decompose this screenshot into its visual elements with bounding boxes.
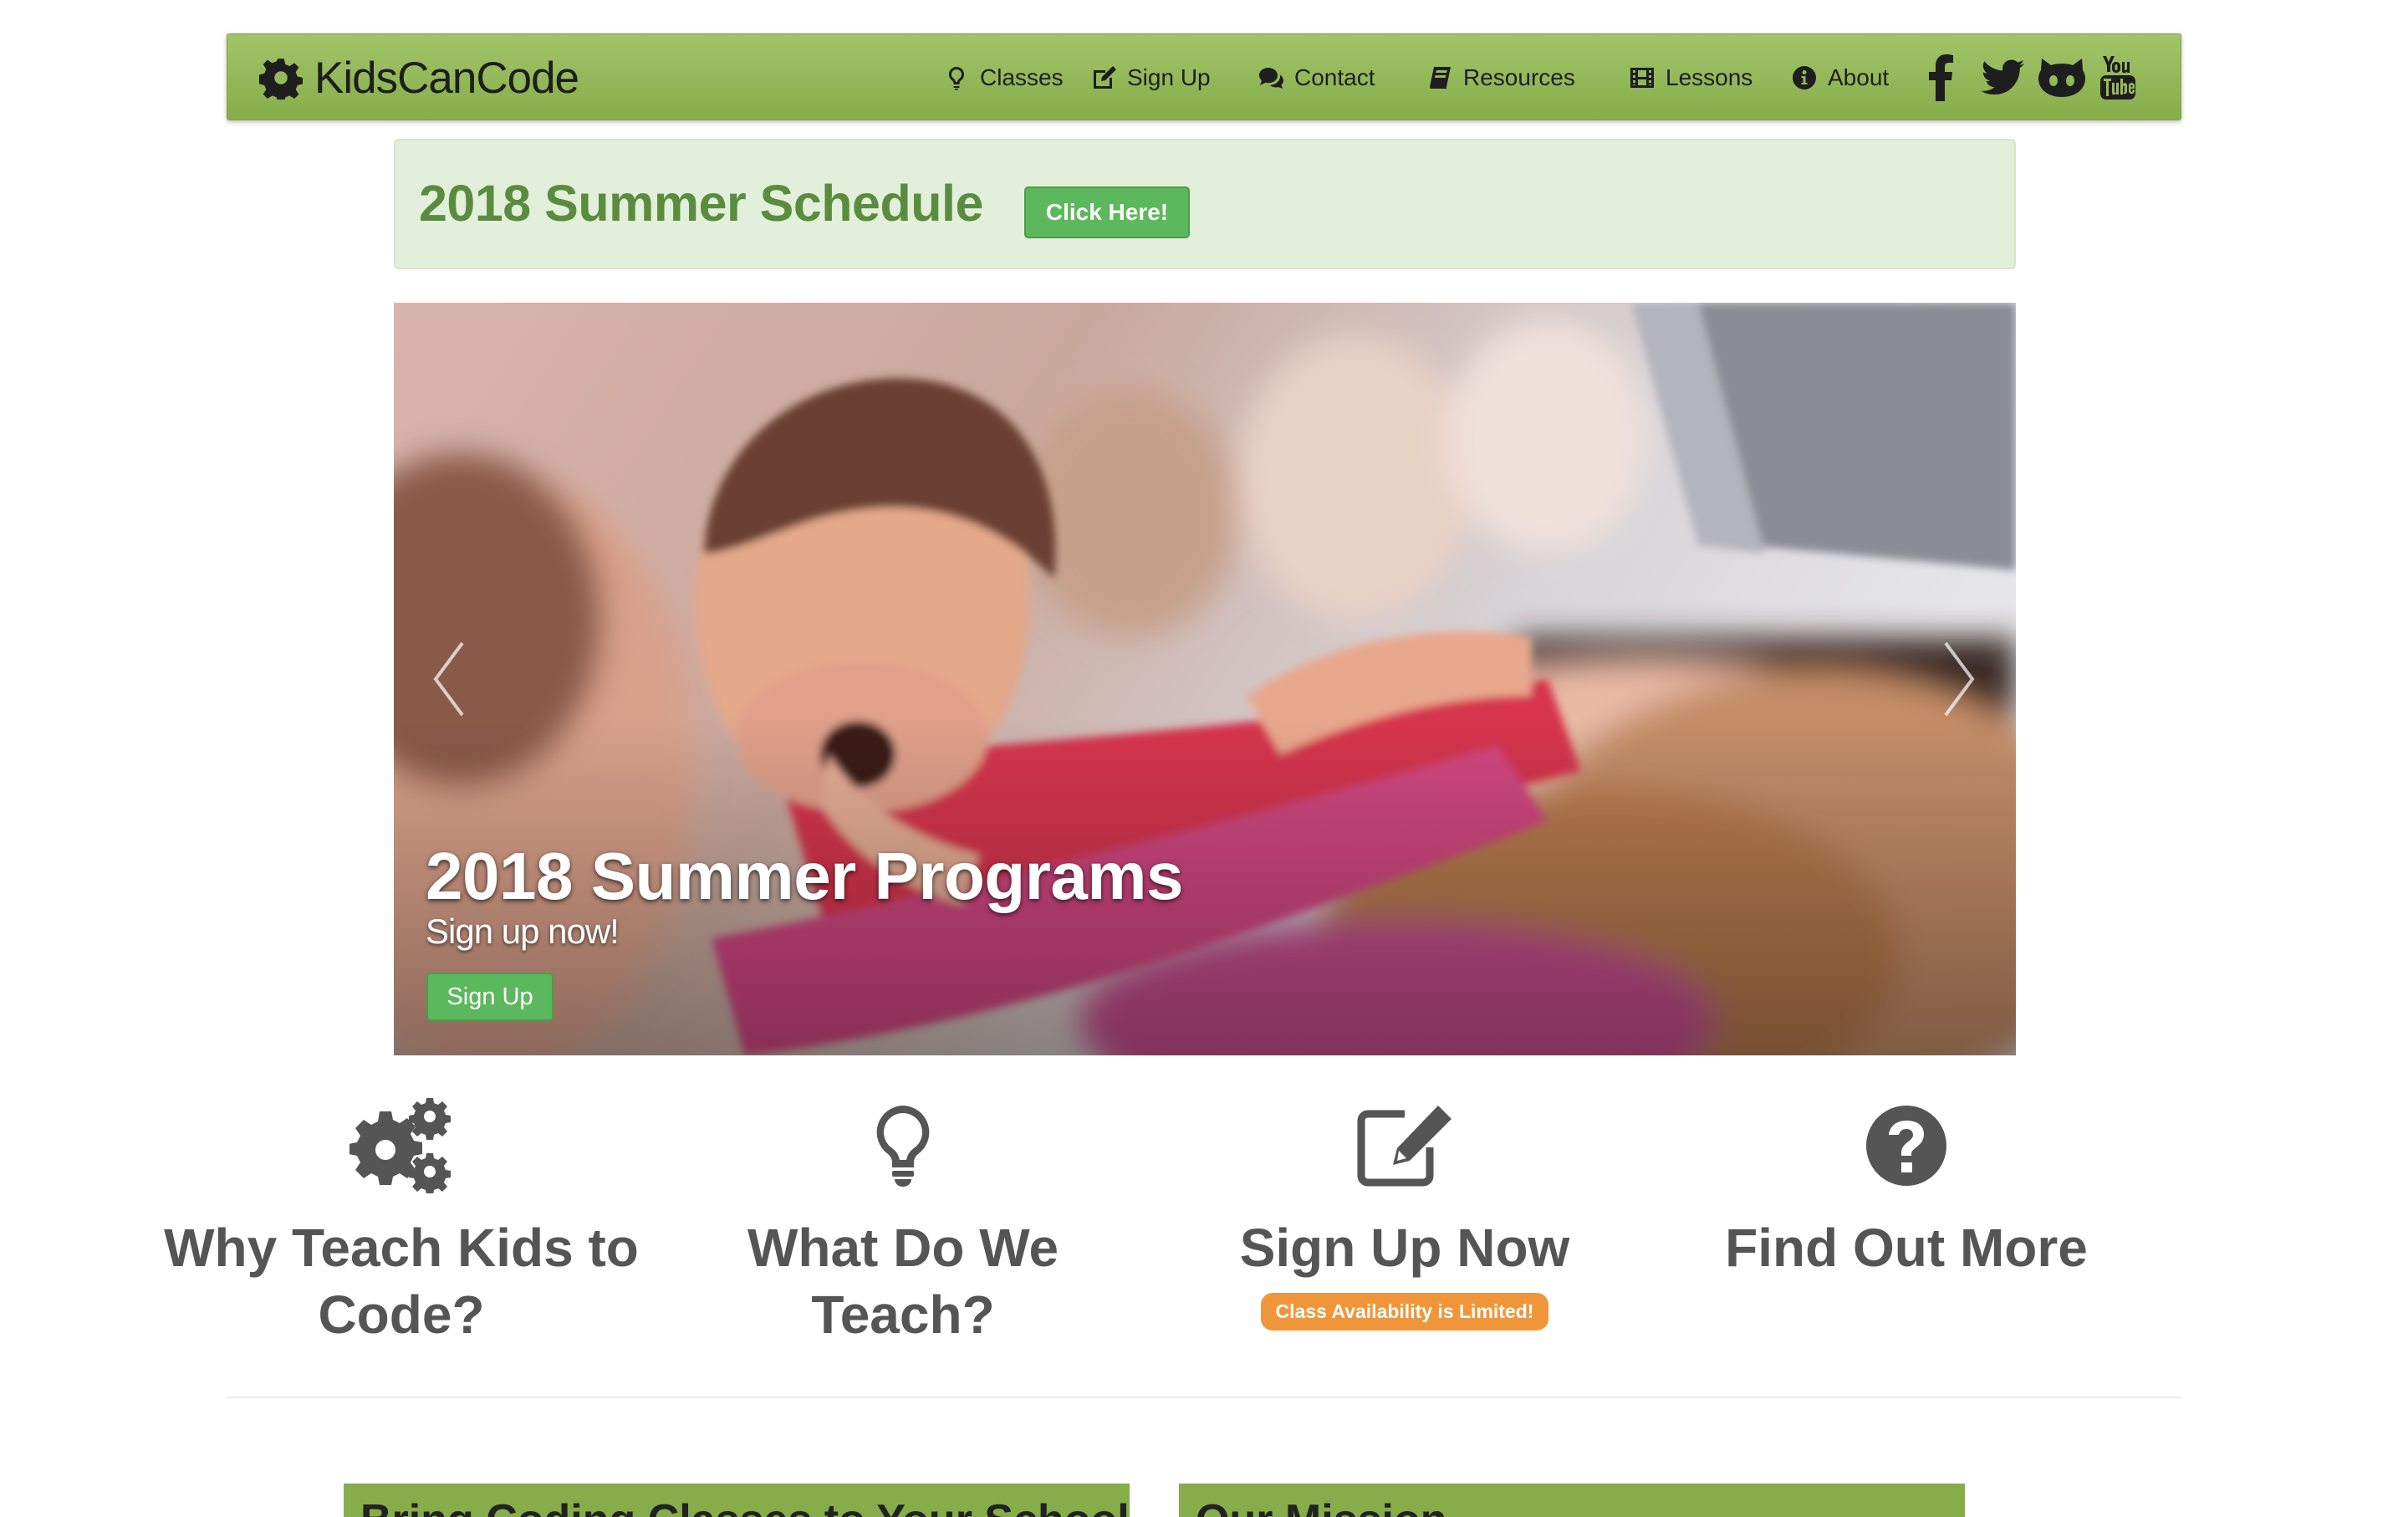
nav-about-label: About [1828, 64, 1890, 90]
carousel-caption-title: 2018 Summer Programs [426, 839, 1184, 913]
panel-our-mission-title: Our Mission [1196, 1495, 1965, 1517]
feature-find-out-more-title[interactable]: Find Out More [1656, 1214, 2157, 1281]
twitter-link[interactable] [1980, 54, 2025, 101]
feature-sign-up-title[interactable]: Sign Up Now [1154, 1214, 1656, 1281]
carousel-photo [394, 303, 2016, 1055]
feature-what-teach: What Do We Teach? [652, 1096, 1154, 1348]
youtube-icon [2100, 56, 2135, 100]
question-circle-icon [1866, 1106, 1946, 1186]
panel-school-classes-title: Bring Coding Classes to Your School [360, 1495, 1130, 1517]
navbar: KidsCanCode Classes Sign Up Contact Reso… [227, 33, 2181, 120]
facebook-link[interactable] [1923, 54, 1960, 101]
comments-icon [1259, 68, 1283, 89]
gear-icon [259, 59, 303, 100]
film-icon [1630, 68, 1654, 88]
click-here-button[interactable]: Click Here! [1024, 186, 1190, 238]
nav-resources[interactable]: Resources [1426, 34, 1575, 121]
nav-sign-up[interactable]: Sign Up [1090, 34, 1211, 121]
section-divider [227, 1397, 2181, 1398]
nav-resources-label: Resources [1463, 64, 1575, 90]
nav-classes[interactable]: Classes [943, 34, 1064, 121]
nav-contact[interactable]: Contact [1258, 34, 1375, 121]
youtube-link[interactable] [2099, 54, 2137, 101]
feature-why-teach-title[interactable]: Why Teach Kids to Code? [150, 1214, 652, 1348]
nav-contact-label: Contact [1294, 64, 1375, 90]
feature-sign-up: Sign Up Now Class Availability is Limite… [1154, 1096, 1656, 1331]
carousel-caption-subtitle: Sign up now! [426, 912, 620, 951]
availability-badge: Class Availability is Limited! [1260, 1293, 1549, 1331]
brand-link[interactable]: KidsCanCode [259, 51, 579, 105]
carousel-next-arrow[interactable] [1917, 595, 2001, 763]
chevron-left-icon [433, 641, 464, 717]
feature-what-teach-title[interactable]: What Do We Teach? [652, 1214, 1154, 1348]
panel-school-classes: Bring Coding Classes to Your School [344, 1484, 1130, 1517]
facebook-icon [1929, 54, 1953, 101]
nav-lessons[interactable]: Lessons [1629, 34, 1752, 121]
cogs-icon [349, 1098, 451, 1193]
chevron-right-icon [1944, 641, 1975, 717]
github-link[interactable] [2037, 54, 2087, 101]
brand-name: KidsCanCode [314, 53, 579, 103]
feature-find-out-more: Find Out More [1656, 1096, 2157, 1281]
lightbulb-icon [948, 66, 965, 90]
nav-lessons-label: Lessons [1666, 64, 1753, 90]
panel-our-mission: Our Mission [1179, 1484, 1965, 1517]
edit-icon [1357, 1106, 1451, 1187]
edit-icon [1094, 66, 1116, 89]
carousel-sign-up-button[interactable]: Sign Up [426, 973, 554, 1021]
lightbulb-icon [876, 1106, 930, 1187]
nav-classes-label: Classes [980, 64, 1064, 90]
nav-sign-up-label: Sign Up [1127, 64, 1211, 90]
twitter-icon [1981, 59, 2024, 95]
info-icon [1793, 66, 1816, 89]
carousel-prev-arrow[interactable] [407, 595, 491, 763]
summer-schedule-alert: 2018 Summer Schedule Click Here! [394, 139, 2016, 269]
hero-carousel: 2018 Summer Programs Sign up now! Sign U… [394, 303, 2016, 1055]
nav-about[interactable]: About [1791, 34, 1889, 121]
book-icon [1430, 67, 1451, 89]
feature-why-teach: Why Teach Kids to Code? [150, 1096, 652, 1348]
alert-title: 2018 Summer Schedule [419, 175, 983, 232]
github-icon [2038, 59, 2085, 97]
